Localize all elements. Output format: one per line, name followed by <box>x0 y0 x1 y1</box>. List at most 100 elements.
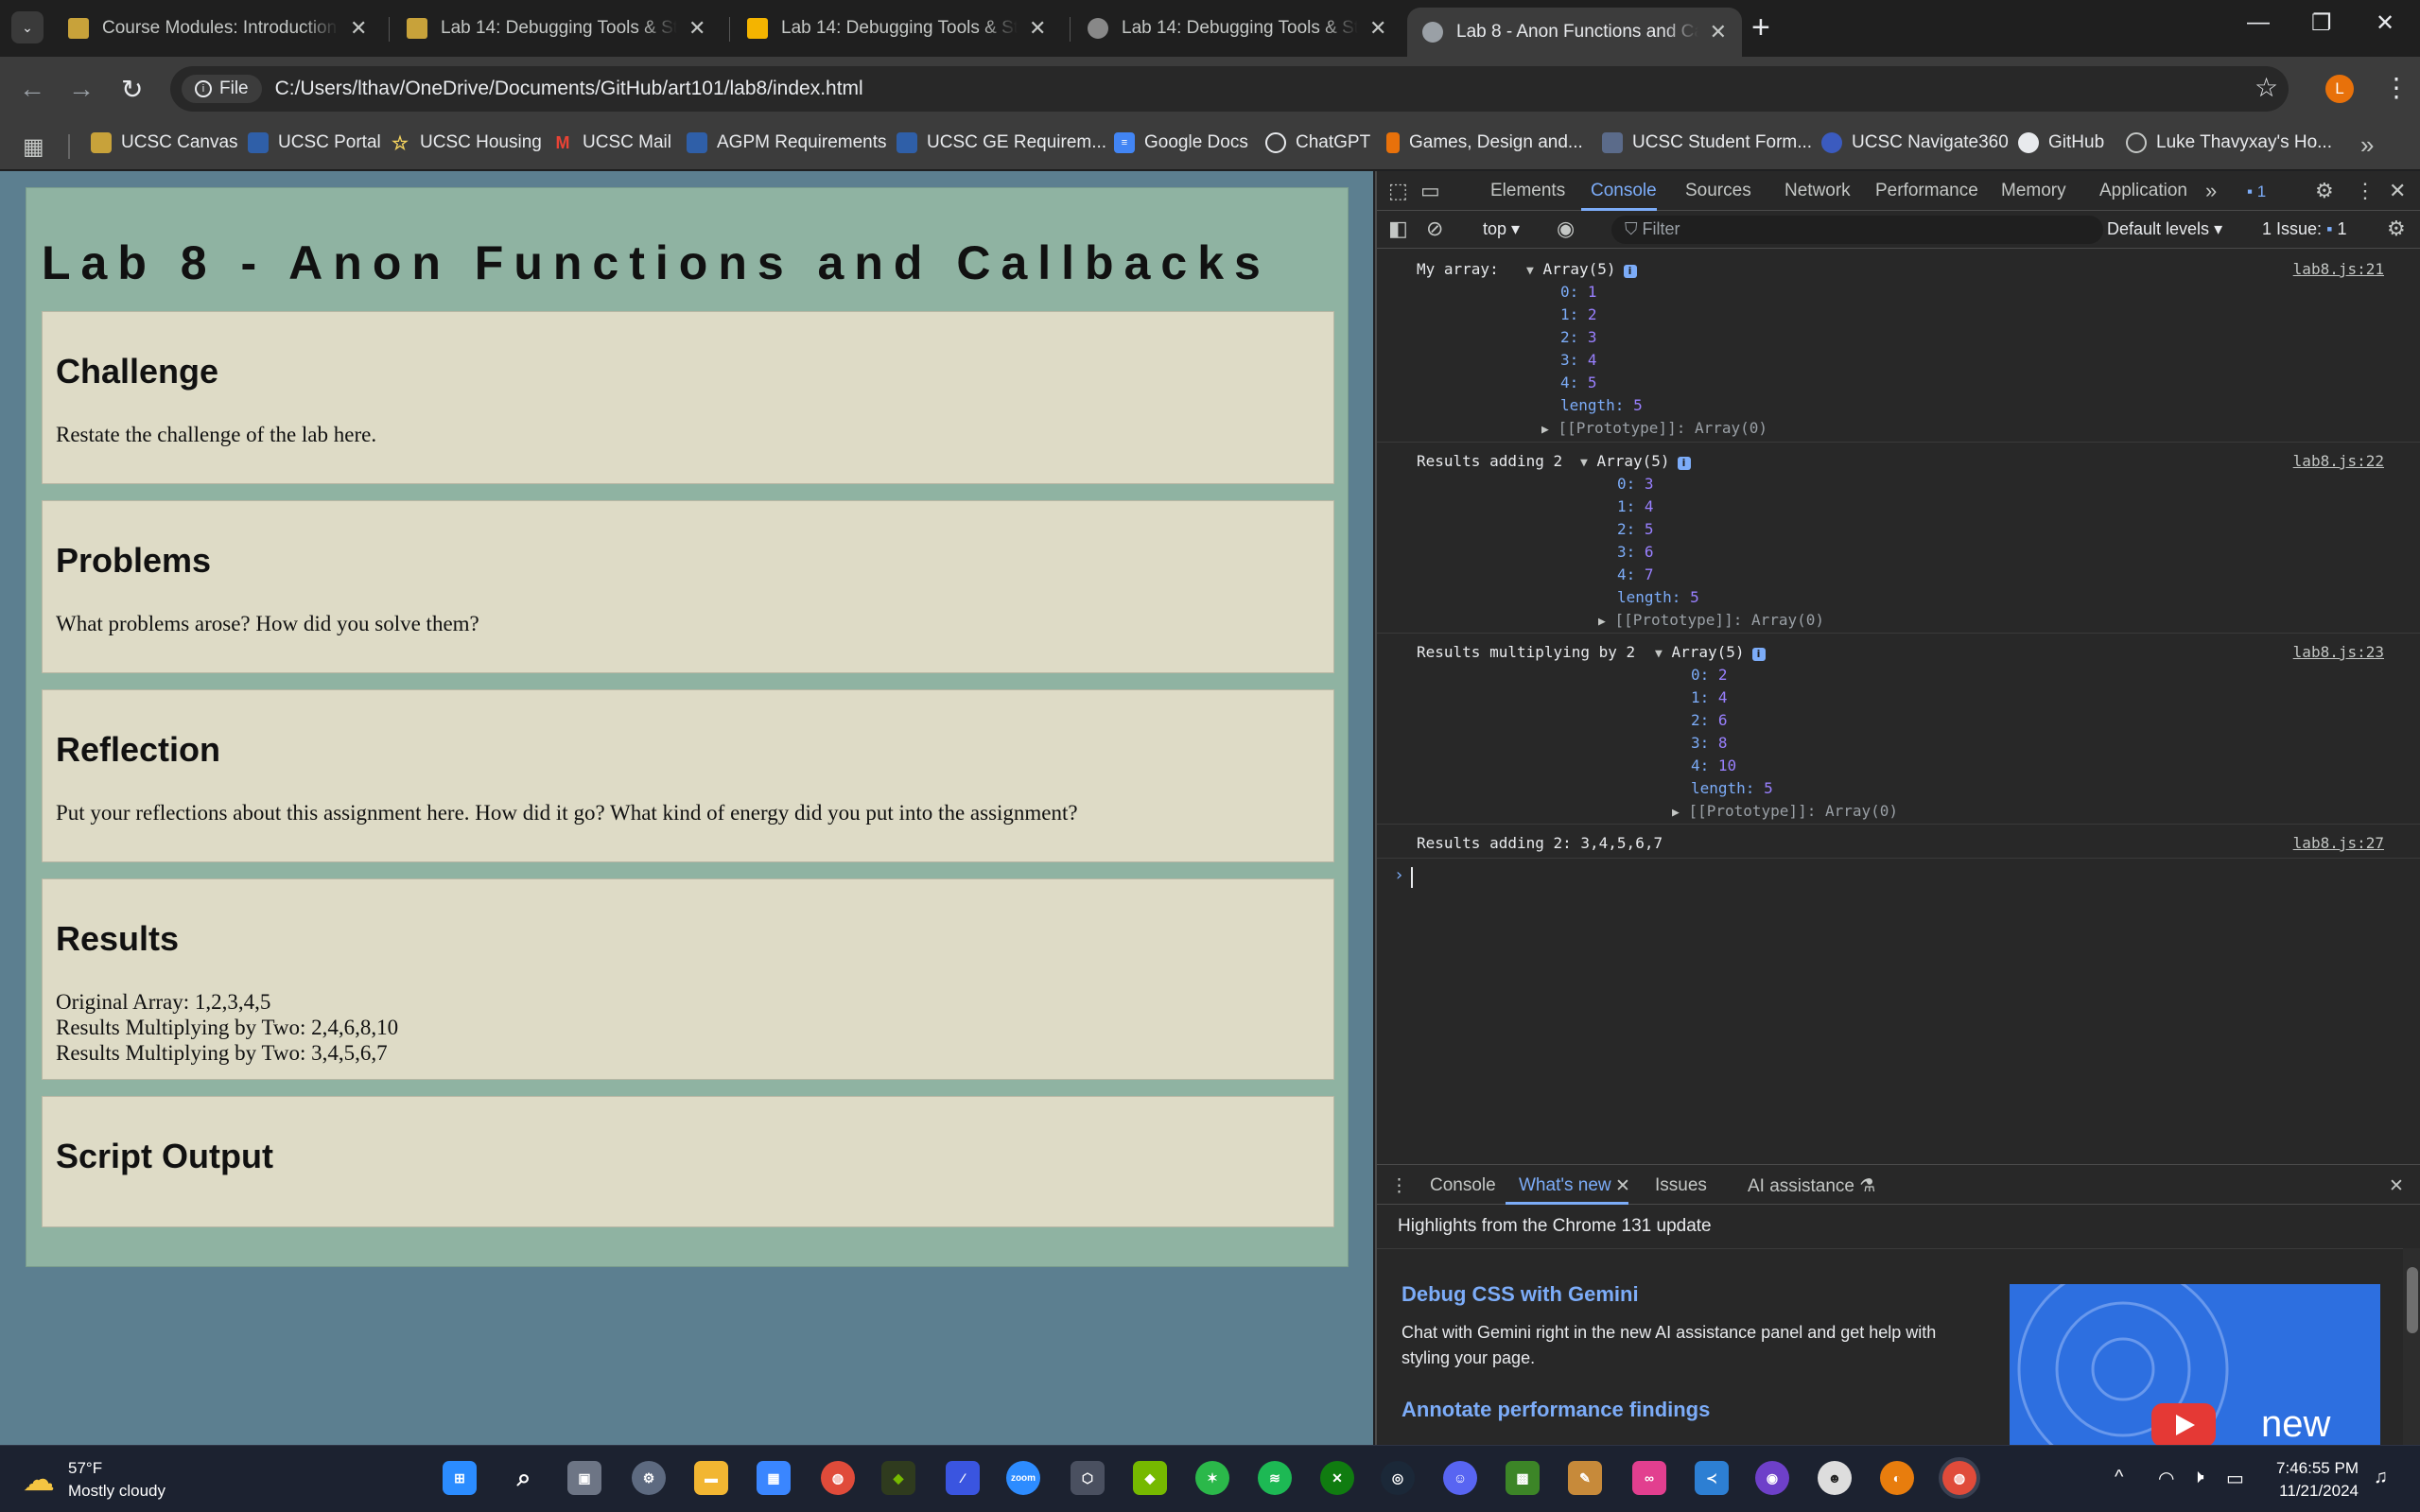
log-levels-dropdown[interactable]: Default levels ▾ <box>2107 219 2222 239</box>
close-icon[interactable]: ✕ <box>350 16 367 41</box>
browser-menu-button[interactable]: ⋮ <box>2383 72 2410 103</box>
tab-application[interactable]: Application <box>2099 181 2187 201</box>
geforce-icon[interactable]: ◆ <box>1133 1461 1167 1495</box>
issues-badge[interactable]: ▪ 1 <box>2247 182 2266 201</box>
app-icon[interactable]: ☻ <box>1818 1461 1852 1495</box>
clear-console-icon[interactable]: ⊘ <box>1426 217 1443 241</box>
close-window-button[interactable]: ✕ <box>2376 9 2394 37</box>
browser-tab[interactable]: Course Modules: Introduction t ✕ <box>53 8 382 49</box>
weather-widget[interactable]: ☁ 57°F Mostly cloudy <box>23 1457 165 1503</box>
array-toggle[interactable]: ▼ Array(5) i <box>1655 643 1766 661</box>
source-link[interactable]: lab8.js:21 <box>2293 260 2384 278</box>
forward-button[interactable]: → <box>68 74 95 104</box>
console-input[interactable] <box>1411 867 1413 888</box>
browser-tab[interactable]: Lab 14: Debugging Tools & Stra ✕ <box>392 8 721 49</box>
source-link[interactable]: lab8.js:23 <box>2293 643 2384 661</box>
bookmark-star-icon[interactable]: ☆ <box>2255 72 2278 103</box>
console-filter-input[interactable]: ⛉ Filter <box>1611 216 2103 244</box>
site-info-chip[interactable]: i File <box>182 75 262 103</box>
search-icon[interactable]: ⌕ <box>507 1461 541 1495</box>
bookmark-item[interactable]: UCSC Portal <box>248 132 381 153</box>
drawer-tab-console[interactable]: Console <box>1430 1175 1496 1196</box>
close-devtools-icon[interactable]: ✕ <box>2389 179 2406 203</box>
close-icon[interactable]: ✕ <box>1029 16 1046 41</box>
system-clock[interactable]: 7:46:55 PM 11/21/2024 <box>2270 1457 2359 1503</box>
drawer-tab-issues[interactable]: Issues <box>1655 1175 1707 1196</box>
drawer-scrollbar[interactable] <box>2403 1248 2420 1446</box>
tab-elements[interactable]: Elements <box>1490 181 1565 201</box>
creative-cloud-icon[interactable]: ∞ <box>1632 1461 1666 1495</box>
tab-network[interactable]: Network <box>1785 181 1851 201</box>
unity-icon[interactable]: ⬡ <box>1071 1461 1105 1495</box>
chrome-icon[interactable]: ◍ <box>821 1461 855 1495</box>
minecraft-icon[interactable]: ▩ <box>1506 1461 1540 1495</box>
source-link[interactable]: lab8.js:27 <box>2293 834 2384 852</box>
whats-new-item-title[interactable]: Debug CSS with Gemini <box>1402 1282 1639 1307</box>
github-desktop-icon[interactable]: ◉ <box>1755 1461 1789 1495</box>
profile-avatar[interactable]: L <box>2325 75 2354 103</box>
tab-memory[interactable]: Memory <box>2001 181 2066 201</box>
sidebar-toggle-icon[interactable]: ◧ <box>1388 217 1408 241</box>
store-icon[interactable]: ▦ <box>757 1461 791 1495</box>
app-icon[interactable]: ✎ <box>1568 1461 1602 1495</box>
device-toolbar-icon[interactable]: ▭ <box>1420 179 1440 203</box>
chrome-icon-active[interactable]: ◍ <box>1942 1461 1976 1495</box>
source-link[interactable]: lab8.js:22 <box>2293 452 2384 470</box>
browser-tab-active[interactable]: Lab 8 - Anon Functions and Cal ✕ <box>1407 8 1742 57</box>
pen-app-icon[interactable]: ⁄ <box>946 1461 980 1495</box>
array-toggle[interactable]: ▼ Array(5) i <box>1580 452 1691 470</box>
wifi-icon[interactable]: ◠ <box>2158 1467 2174 1490</box>
inspect-element-icon[interactable]: ⬚ <box>1388 179 1408 203</box>
bookmark-item[interactable]: GitHub <box>2018 132 2104 153</box>
notification-bell-icon[interactable]: ♫ <box>2374 1467 2388 1488</box>
tab-performance[interactable]: Performance <box>1875 181 1978 201</box>
browser-tab[interactable]: Lab 14: Debugging Tools & Stra ✕ <box>1072 8 1402 49</box>
bookmark-item[interactable]: Luke Thavyxay's Ho... <box>2126 132 2332 153</box>
zoom-icon[interactable]: zoom <box>1006 1461 1040 1495</box>
bookmark-item[interactable]: Games, Design and... <box>1386 132 1583 153</box>
drawer-tab-ai-assistance[interactable]: AI assistance ⚗ <box>1748 1175 1875 1197</box>
prototype-toggle[interactable]: ▶ [[Prototype]]: Array(0) <box>1672 802 1898 820</box>
settings-gear-icon[interactable]: ⚙ <box>632 1461 666 1495</box>
minimize-button[interactable]: — <box>2247 9 2270 36</box>
close-icon[interactable]: ✕ <box>1710 20 1727 44</box>
tab-sources[interactable]: Sources <box>1685 181 1751 201</box>
more-bookmarks-icon[interactable]: » <box>2360 130 2374 160</box>
speaker-muted-icon[interactable]: 🕨 <box>2192 1467 2204 1488</box>
task-view-icon[interactable]: ▣ <box>567 1461 601 1495</box>
steam-icon[interactable]: ◎ <box>1381 1461 1415 1495</box>
blender-icon[interactable]: ◐ <box>1880 1461 1914 1495</box>
new-tab-button[interactable]: + <box>1751 9 1770 46</box>
drawer-menu-icon[interactable]: ⋮ <box>1390 1175 1408 1197</box>
bookmark-item[interactable]: UCSC Navigate360 <box>1821 132 2009 153</box>
settings-gear-icon[interactable]: ⚙ <box>2315 179 2334 203</box>
bookmark-item[interactable]: ChatGPT <box>1265 132 1370 153</box>
bookmark-item[interactable]: UCSC Student Form... <box>1602 132 1812 153</box>
whats-new-video-thumbnail[interactable]: new <box>2010 1284 2380 1446</box>
browser-tab[interactable]: Lab 14: Debugging Tools & Stra ✕ <box>732 8 1061 49</box>
more-tabs-icon[interactable]: » <box>2205 179 2217 203</box>
prototype-toggle[interactable]: ▶ [[Prototype]]: Array(0) <box>1598 611 1824 629</box>
bookmark-item[interactable]: UCSC GE Requirem... <box>897 132 1106 153</box>
battery-icon[interactable]: ▭ <box>2226 1467 2244 1490</box>
app-icon[interactable]: ✶ <box>1195 1461 1229 1495</box>
start-menu-icon[interactable]: ⊞ <box>443 1461 477 1495</box>
discord-icon[interactable]: ☺ <box>1443 1461 1477 1495</box>
spotify-icon[interactable]: ≋ <box>1258 1461 1292 1495</box>
close-icon[interactable]: ✕ <box>1615 1175 1630 1197</box>
bookmark-item[interactable]: AGPM Requirements <box>687 132 887 153</box>
close-drawer-icon[interactable]: ✕ <box>2389 1175 2404 1197</box>
restore-button[interactable]: ❐ <box>2311 9 2332 37</box>
file-explorer-icon[interactable]: ▬ <box>694 1461 728 1495</box>
whats-new-item-title[interactable]: Annotate performance findings <box>1402 1398 1710 1422</box>
back-button[interactable]: ← <box>19 74 45 104</box>
tab-search-button[interactable]: ⌄ <box>11 11 44 43</box>
bookmark-item[interactable]: ≡ Google Docs <box>1114 132 1248 153</box>
devtools-menu-icon[interactable]: ⋮ <box>2355 179 2376 203</box>
prototype-toggle[interactable]: ▶ [[Prototype]]: Array(0) <box>1541 419 1767 437</box>
nvidia-icon[interactable]: ◆ <box>881 1461 915 1495</box>
bookmark-item[interactable]: UCSC Canvas <box>91 132 238 153</box>
address-bar[interactable]: i File C:/Users/lthav/OneDrive/Documents… <box>170 66 2289 112</box>
array-toggle[interactable]: ▼ Array(5) i <box>1526 260 1637 278</box>
reload-button[interactable]: ↻ <box>121 74 143 105</box>
